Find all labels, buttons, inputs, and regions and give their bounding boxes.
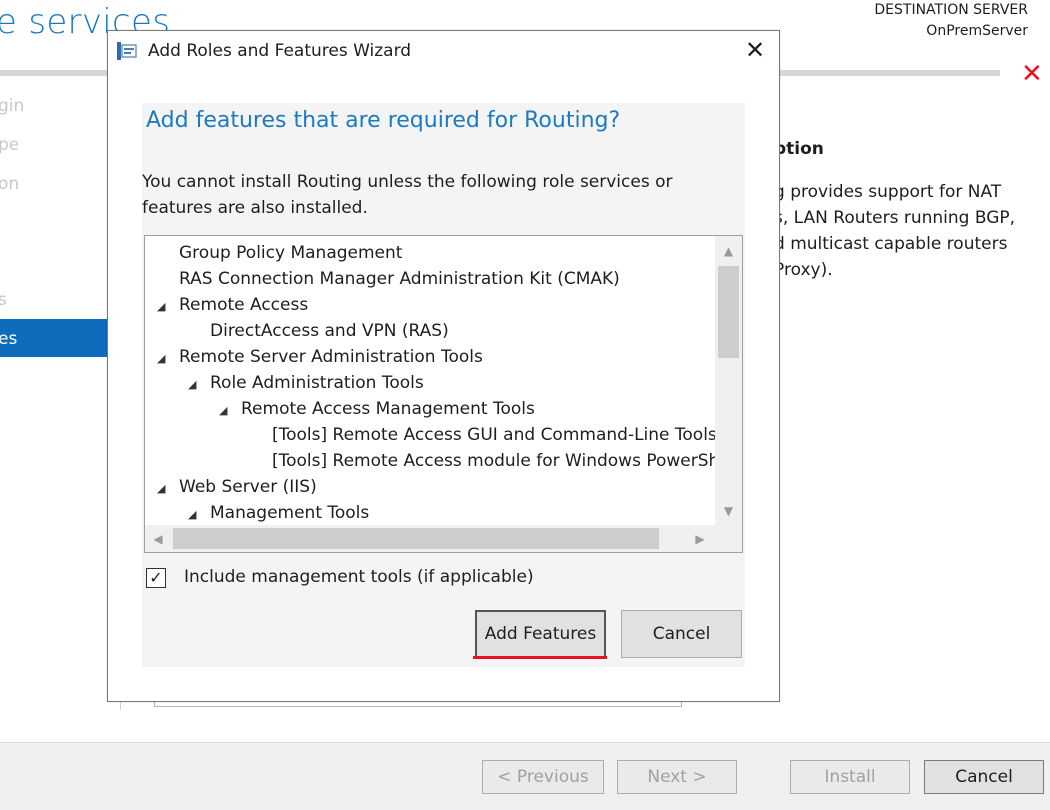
scroll-right-icon[interactable]: ▶ <box>689 528 711 550</box>
include-tools-label[interactable]: Include management tools (if applicable) <box>184 564 534 590</box>
tree-item-label: RAS Connection Manager Administration Ki… <box>179 269 620 289</box>
checkmark-icon: ✓ <box>149 568 163 587</box>
cancel-button[interactable]: Cancel <box>621 610 742 658</box>
expand-arrow-icon[interactable]: ◢ <box>219 398 241 424</box>
tree-item-label: Management Tools <box>210 503 370 522</box>
tree-item-label: Role Administration Tools <box>210 373 424 393</box>
required-features-tree[interactable]: Group Policy Management RAS Connection Ma… <box>144 235 743 553</box>
scrollbar-corner <box>715 525 742 552</box>
tree-item[interactable]: ◢ Remote Access Management Tools <box>219 396 535 422</box>
tree-item-label: Remote Server Administration Tools <box>179 347 483 367</box>
tree-item-label: Remote Access <box>179 295 309 315</box>
scroll-up-icon[interactable]: ▲ <box>715 240 742 262</box>
nav-item-begin[interactable]: gin <box>0 96 24 116</box>
highlight-underline <box>473 656 607 659</box>
destination-server-name: OnPremServer <box>926 23 1028 39</box>
tree-item[interactable]: RAS Connection Manager Administration Ki… <box>157 266 620 292</box>
cancel-wizard-button[interactable]: Cancel <box>924 760 1044 794</box>
dialog-content: Add features that are required for Routi… <box>142 103 745 667</box>
tree-item-label: Group Policy Management <box>179 243 403 263</box>
expand-arrow-icon[interactable]: ◢ <box>157 346 179 372</box>
wizard-app-icon <box>117 42 137 60</box>
nav-item-type[interactable]: pe <box>0 135 19 155</box>
tree-item-label: DirectAccess and VPN (RAS) <box>210 321 449 341</box>
previous-button[interactable]: < Previous <box>482 760 604 794</box>
tree-item-label: Web Server (IIS) <box>179 477 317 497</box>
tree-item[interactable]: ◢ Remote Access <box>157 292 308 318</box>
add-features-button[interactable]: Add Features <box>475 610 606 658</box>
tree-item-label: [Tools] Remote Access module for Windows… <box>272 451 715 471</box>
install-button[interactable]: Install <box>790 760 910 794</box>
tree-item[interactable]: [Tools] Remote Access GUI and Command-Li… <box>250 422 715 448</box>
expand-arrow-icon[interactable]: ◢ <box>188 372 210 398</box>
vertical-scrollbar[interactable]: ▲ ▼ <box>715 236 742 526</box>
tree-item[interactable]: ◢ Remote Server Administration Tools <box>157 344 483 370</box>
tree-item[interactable]: [Tools] Remote Access module for Windows… <box>250 448 715 474</box>
horizontal-scrollbar[interactable]: ◀ ▶ <box>145 525 715 552</box>
tree-item[interactable]: ◢ Role Administration Tools <box>188 370 424 396</box>
nav-item-selection[interactable]: on <box>0 174 19 194</box>
expand-arrow-icon[interactable]: ◢ <box>157 294 179 320</box>
scroll-left-icon[interactable]: ◀ <box>147 528 169 550</box>
expand-arrow-icon[interactable]: ◢ <box>188 502 210 522</box>
tree-viewport: Group Policy Management RAS Connection Ma… <box>145 240 715 522</box>
vertical-scroll-thumb[interactable] <box>718 266 739 358</box>
horizontal-scroll-thumb[interactable] <box>173 528 659 549</box>
nav-item-features[interactable]: s <box>0 290 7 310</box>
dialog-heading: Add features that are required for Routi… <box>146 108 621 133</box>
tree-item-label: [Tools] Remote Access GUI and Command-Li… <box>272 425 715 445</box>
tree-item[interactable]: Group Policy Management <box>157 240 402 266</box>
dialog-close-icon[interactable]: ✕ <box>742 37 768 63</box>
nav-item-role-services-selected[interactable]: es <box>0 319 120 357</box>
expand-arrow-icon[interactable]: ◢ <box>157 476 179 502</box>
next-button[interactable]: Next > <box>617 760 737 794</box>
tree-item[interactable]: ◢ Management Tools <box>188 500 369 522</box>
add-features-dialog: Add Roles and Features Wizard ✕ Add feat… <box>107 30 780 702</box>
include-tools-checkbox[interactable]: ✓ <box>146 568 166 588</box>
destination-label: DESTINATION SERVER <box>874 2 1028 18</box>
description-text: g provides support for NAT s, LAN Router… <box>774 182 1016 280</box>
close-icon[interactable]: ✕ <box>1021 59 1043 89</box>
dialog-title: Add Roles and Features Wizard <box>148 41 412 61</box>
scroll-down-icon[interactable]: ▼ <box>715 500 742 522</box>
tree-item[interactable]: DirectAccess and VPN (RAS) <box>188 318 449 344</box>
dialog-message: You cannot install Routing unless the fo… <box>142 172 673 218</box>
nav-selected-label: es <box>0 329 18 349</box>
tree-item[interactable]: ◢ Web Server (IIS) <box>157 474 317 500</box>
description-heading: ption <box>774 139 824 159</box>
tree-item-label: Remote Access Management Tools <box>241 399 535 419</box>
destination-server-info: DESTINATION SERVER OnPremServer <box>874 0 1028 42</box>
